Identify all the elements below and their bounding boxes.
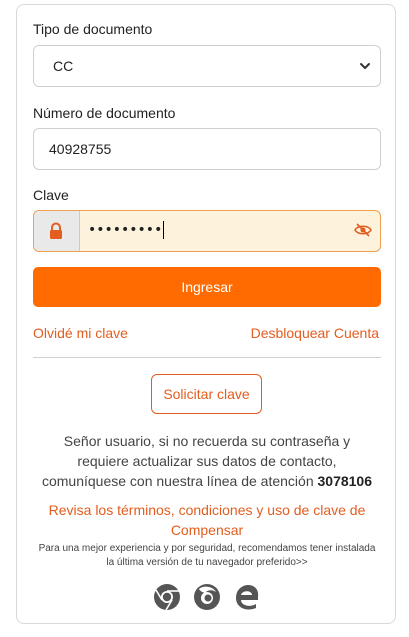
lock-addon — [34, 211, 80, 251]
password-value: ••••••••• — [88, 221, 165, 239]
password-input[interactable]: ••••••••• — [33, 210, 381, 252]
forgot-password-link[interactable]: Olvidé mi clave — [33, 325, 128, 341]
doc-number-label: Número de documento — [33, 105, 176, 121]
phone-number: 3078106 — [317, 473, 373, 489]
submit-button[interactable]: Ingresar — [33, 267, 381, 307]
lock-icon — [50, 222, 62, 239]
browser-recommendation: Para una mejor experiencia y por segurid… — [38, 543, 376, 568]
doc-type-label: Tipo de documento — [33, 21, 153, 37]
unlock-account-link[interactable]: Desbloquear Cuenta — [251, 325, 379, 341]
doc-number-input[interactable]: 40928755 — [33, 128, 381, 170]
help-text: Señor usuario, si no recuerda su contras… — [41, 433, 373, 489]
login-card: Tipo de documento CC Número de documento… — [16, 4, 396, 624]
eye-slash-icon[interactable] — [354, 222, 372, 238]
doc-type-value: CC — [53, 58, 74, 74]
edge-icon[interactable] — [233, 583, 261, 611]
divider — [33, 357, 381, 358]
chrome-icon[interactable] — [153, 583, 181, 611]
terms-link[interactable]: Revisa los términos, condiciones y uso d… — [37, 500, 377, 540]
doc-number-value: 40928755 — [49, 141, 112, 157]
request-password-button[interactable]: Solicitar clave — [151, 374, 262, 414]
password-label: Clave — [33, 187, 69, 203]
doc-type-select[interactable]: CC — [33, 45, 381, 87]
browser-icons — [153, 583, 263, 613]
firefox-icon[interactable] — [193, 583, 221, 611]
chevron-down-icon — [360, 63, 370, 69]
